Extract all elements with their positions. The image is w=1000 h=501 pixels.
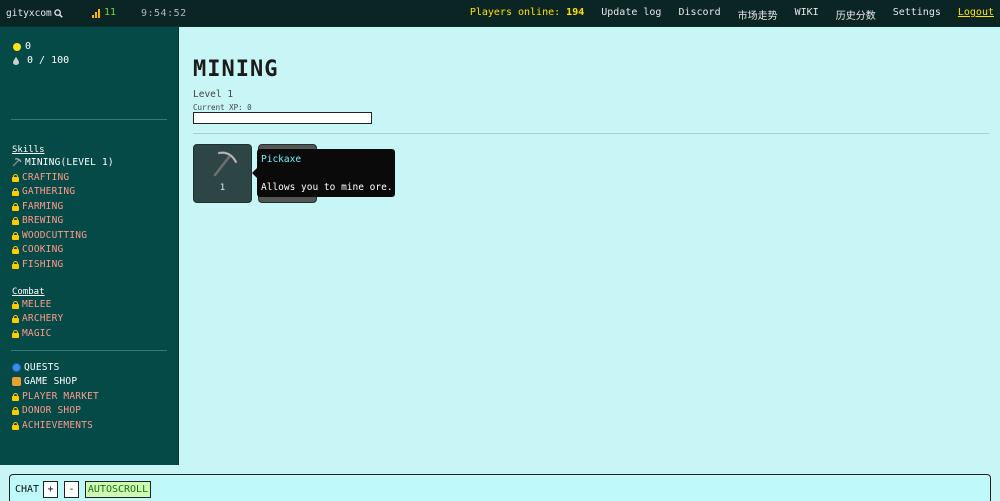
chat-label: CHAT xyxy=(15,484,40,495)
current-xp: Current XP: 0 xyxy=(193,103,252,112)
chat-expand-button[interactable]: + xyxy=(43,481,58,498)
page-title: MINING xyxy=(193,57,279,82)
lock-icon xyxy=(12,187,19,196)
sidebar-item-farming[interactable]: FARMING xyxy=(12,201,63,212)
lock-icon xyxy=(12,173,19,182)
lock-icon xyxy=(12,216,19,225)
sidebar-item-cooking[interactable]: COOKING xyxy=(12,244,63,255)
sidebar: 0 0 / 100 Skills MINING(LEVEL 1) CRAFTIN… xyxy=(0,27,179,465)
tool-card-pickaxe[interactable]: 1 xyxy=(193,144,252,203)
players-online-count: 194 xyxy=(566,7,585,18)
autoscroll-toggle[interactable]: AUTOSCROLL xyxy=(85,481,151,498)
essence-display: 0 / 100 xyxy=(13,55,69,66)
sidebar-item-gathering[interactable]: GATHERING xyxy=(12,186,75,197)
sidebar-item-woodcutting[interactable]: WOODCUTTING xyxy=(12,230,87,241)
coin-icon xyxy=(13,42,21,51)
username: gityxcom xyxy=(6,8,52,19)
drop-icon xyxy=(13,56,19,65)
lock-icon xyxy=(12,300,19,309)
xp-progress-bar xyxy=(193,112,372,124)
sidebar-item-archery[interactable]: ARCHERY xyxy=(12,313,63,324)
lock-icon xyxy=(12,421,19,430)
nav-discord[interactable]: Discord xyxy=(678,7,720,22)
tool-count: 1 xyxy=(219,183,226,193)
nav-market-trend[interactable]: 市场走势 xyxy=(738,7,778,22)
divider xyxy=(11,119,167,120)
lock-icon xyxy=(12,392,19,401)
lock-icon xyxy=(12,329,19,338)
logout-link[interactable]: Logout xyxy=(958,7,994,22)
sidebar-item-brewing[interactable]: BREWING xyxy=(12,215,63,226)
top-bar: gityxcom 11 9:54:52 Players online: 194 … xyxy=(0,0,1000,27)
skills-section-title: Skills xyxy=(12,145,45,155)
sidebar-item-fishing[interactable]: FISHING xyxy=(12,259,63,270)
tooltip-title: Pickaxe xyxy=(261,154,302,165)
sidebar-item-game-shop[interactable]: GAME SHOP xyxy=(12,376,77,387)
sidebar-item-melee[interactable]: MELEE xyxy=(12,299,52,310)
lock-icon xyxy=(12,260,19,269)
nav-settings[interactable]: Settings xyxy=(893,7,941,22)
top-nav: Players online: 194 Update log Discord 市… xyxy=(470,7,994,22)
ping-value: 11 xyxy=(104,7,117,18)
sidebar-item-magic[interactable]: MAGIC xyxy=(12,328,52,339)
sidebar-item-donor-shop[interactable]: DONOR SHOP xyxy=(12,405,81,416)
lock-icon xyxy=(12,406,19,415)
nav-score-history[interactable]: 历史分数 xyxy=(836,7,876,22)
search-icon[interactable] xyxy=(54,9,63,18)
ping-indicator: 11 xyxy=(92,7,116,18)
divider xyxy=(11,350,167,351)
lock-icon xyxy=(12,314,19,323)
skill-level: Level 1 xyxy=(193,89,234,100)
shop-icon xyxy=(12,377,21,386)
tooltip: Pickaxe Allows you to mine ore. xyxy=(252,149,395,197)
sidebar-item-crafting[interactable]: CRAFTING xyxy=(12,172,69,183)
lock-icon xyxy=(12,245,19,254)
username-search[interactable]: gityxcom xyxy=(6,8,63,19)
pickaxe-icon xyxy=(12,158,22,167)
divider xyxy=(193,133,989,134)
server-time: 9:54:52 xyxy=(141,8,187,19)
sidebar-item-player-market[interactable]: PLAYER MARKET xyxy=(12,391,99,402)
sidebar-item-achievements[interactable]: ACHIEVEMENTS xyxy=(12,420,93,431)
pickaxe-icon xyxy=(213,151,238,177)
players-online: Players online: 194 xyxy=(469,7,585,18)
sidebar-item-mining[interactable]: MINING(LEVEL 1) xyxy=(12,157,114,168)
chat-collapse-button[interactable]: - xyxy=(64,481,79,498)
lock-icon xyxy=(12,231,19,240)
chat-bar: CHAT + - AUTOSCROLL xyxy=(9,474,991,501)
lock-icon xyxy=(12,202,19,211)
sidebar-item-quests[interactable]: QUESTS xyxy=(12,362,60,373)
main-content: MINING Level 1 Current XP: 0 1 Pickaxe A… xyxy=(180,27,1000,465)
signal-icon xyxy=(92,15,94,18)
nav-wiki[interactable]: WIKI xyxy=(795,7,819,22)
combat-section-title: Combat xyxy=(12,287,45,297)
coins-display: 0 xyxy=(13,41,31,52)
globe-icon xyxy=(12,363,21,372)
tooltip-description: Allows you to mine ore. xyxy=(261,182,393,193)
nav-update-log[interactable]: Update log xyxy=(601,7,661,22)
